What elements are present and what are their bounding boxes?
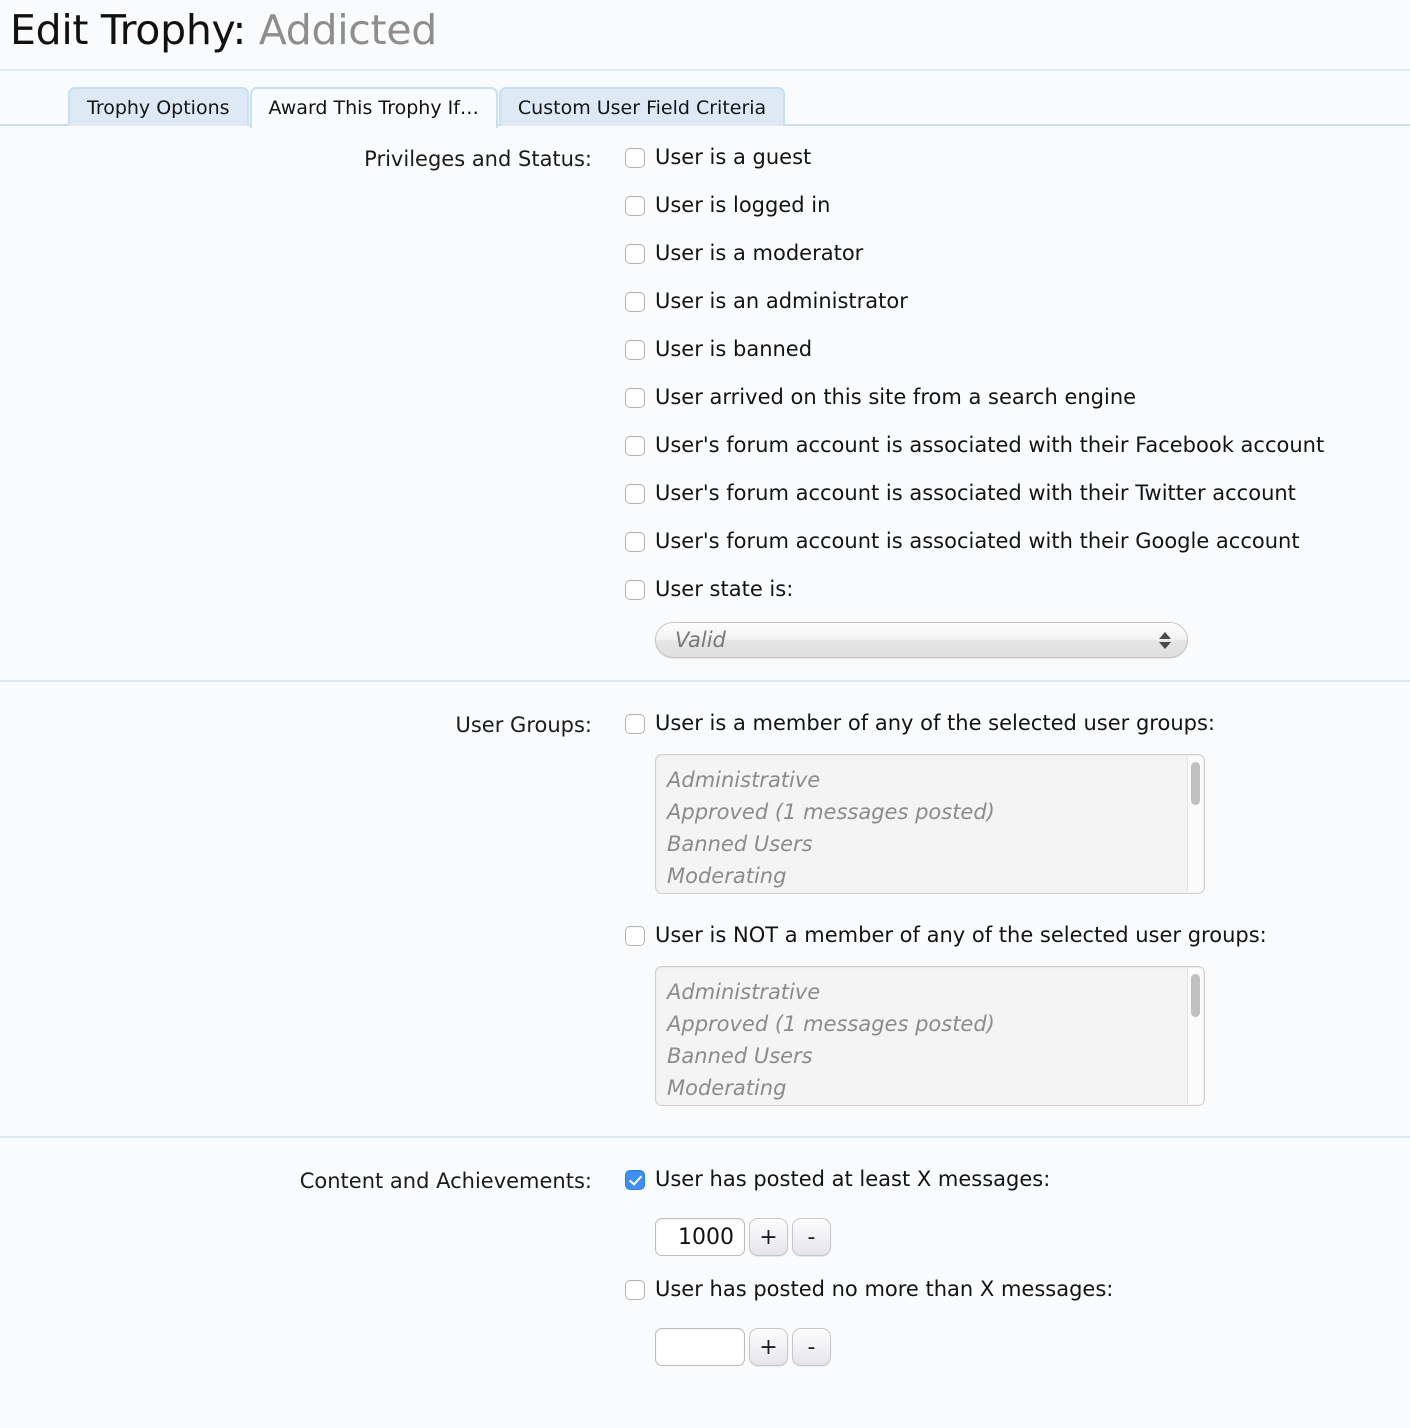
member-groups-listbox[interactable]: Administrative Approved (1 messages post… xyxy=(655,754,1205,895)
checkbox-user-state-is-label: User state is: xyxy=(655,577,794,602)
checkbox-not-member-of-groups-label: User is NOT a member of any of the selec… xyxy=(655,923,1267,948)
checkbox-user-is-guest[interactable] xyxy=(625,148,645,169)
tab-trophy-options-label: Trophy Options xyxy=(87,97,230,120)
checkbox-google-associated[interactable] xyxy=(625,532,645,553)
posted-at-least-stepper-wrapper: + - xyxy=(625,1208,1410,1257)
checkbox-row-user-is-logged-in[interactable]: User is logged in xyxy=(625,192,1410,240)
tab-trophy-options[interactable]: Trophy Options xyxy=(68,87,249,127)
checkbox-not-member-of-groups[interactable] xyxy=(625,926,645,947)
posted-no-more-than-stepper: + - xyxy=(655,1328,1410,1367)
field-row-user-groups: User Groups: User is a member of any of … xyxy=(0,710,1410,1107)
tab-award-this-trophy-if-label: Award This Trophy If… xyxy=(268,97,479,120)
checkbox-row-posted-no-more-than[interactable]: User has posted no more than X messages: xyxy=(625,1276,1410,1316)
not-member-groups-listbox[interactable]: Administrative Approved (1 messages post… xyxy=(655,966,1205,1107)
posted-at-least-increment-button[interactable]: + xyxy=(749,1218,788,1257)
list-item[interactable]: Banned Users xyxy=(667,1040,1204,1072)
user-state-select-wrapper: Valid xyxy=(625,620,1410,659)
tab-custom-user-field-criteria-label: Custom User Field Criteria xyxy=(517,97,767,120)
not-member-groups-scrollbar[interactable] xyxy=(1187,968,1203,1105)
section-user-groups: User Groups: User is a member of any of … xyxy=(0,682,1410,1139)
chevron-updown-icon xyxy=(1159,631,1171,649)
list-item[interactable]: Moderating xyxy=(667,860,1204,892)
checkbox-row-user-is-moderator[interactable]: User is a moderator xyxy=(625,240,1410,288)
checkbox-google-associated-label: User's forum account is associated with … xyxy=(655,529,1300,554)
posted-no-more-than-increment-button[interactable]: + xyxy=(749,1328,788,1367)
checkbox-user-is-logged-in[interactable] xyxy=(625,196,645,217)
list-item[interactable]: Approved (1 messages posted) xyxy=(667,796,1204,828)
checkbox-facebook-associated-label: User's forum account is associated with … xyxy=(655,433,1325,458)
checkbox-posted-no-more-than-label: User has posted no more than X messages: xyxy=(655,1277,1114,1302)
label-privileges-and-status: Privileges and Status: xyxy=(364,147,592,172)
checkbox-user-state-is[interactable] xyxy=(625,580,645,601)
user-state-select[interactable]: Valid xyxy=(655,622,1188,659)
checkbox-facebook-associated[interactable] xyxy=(625,436,645,457)
member-groups-listbox-wrapper: Administrative Approved (1 messages post… xyxy=(625,752,1410,895)
checkbox-user-is-guest-label: User is a guest xyxy=(655,145,812,170)
checkbox-user-is-banned[interactable] xyxy=(625,340,645,361)
checkbox-posted-no-more-than[interactable] xyxy=(625,1280,645,1301)
checkbox-twitter-associated-label: User's forum account is associated with … xyxy=(655,481,1296,506)
checkbox-row-not-member-of-groups[interactable]: User is NOT a member of any of the selec… xyxy=(625,922,1410,962)
checkbox-user-is-moderator[interactable] xyxy=(625,244,645,265)
posted-no-more-than-decrement-button[interactable]: - xyxy=(792,1328,831,1367)
section-privileges-and-status: Privileges and Status: User is a guest U… xyxy=(0,126,1410,683)
member-groups-scrollbar-thumb[interactable] xyxy=(1191,762,1200,806)
user-groups-controls: User is a member of any of the selected … xyxy=(592,710,1410,1107)
field-row-content-and-achievements: Content and Achievements: User has poste… xyxy=(0,1166,1410,1367)
page-title-prefix: Edit Trophy: xyxy=(10,6,246,54)
member-groups-scrollbar[interactable] xyxy=(1187,756,1203,893)
checkbox-row-user-state-is[interactable]: User state is: xyxy=(625,576,1410,618)
tab-award-this-trophy-if[interactable]: Award This Trophy If… xyxy=(249,87,498,129)
checkbox-user-arrived-from-search-engine-label: User arrived on this site from a search … xyxy=(655,385,1137,410)
posted-at-least-decrement-button[interactable]: - xyxy=(792,1218,831,1257)
not-member-groups-scrollbar-thumb[interactable] xyxy=(1191,974,1200,1018)
checkbox-member-of-groups-label: User is a member of any of the selected … xyxy=(655,711,1215,736)
checkbox-row-twitter-associated[interactable]: User's forum account is associated with … xyxy=(625,480,1410,528)
checkbox-user-is-moderator-label: User is a moderator xyxy=(655,241,864,266)
checkbox-row-user-arrived-from-search-engine[interactable]: User arrived on this site from a search … xyxy=(625,384,1410,432)
label-user-groups: User Groups: xyxy=(455,713,593,738)
list-item[interactable]: Banned Users xyxy=(667,828,1204,860)
posted-at-least-stepper: + - xyxy=(655,1218,1410,1257)
list-item[interactable]: Administrative xyxy=(667,976,1204,1008)
checkbox-row-google-associated[interactable]: User's forum account is associated with … xyxy=(625,528,1410,576)
tab-strip: Trophy Options Award This Trophy If… Cus… xyxy=(0,71,1410,129)
user-state-select-value: Valid xyxy=(675,628,726,653)
page-title-trophy-name: Addicted xyxy=(258,6,438,54)
checkbox-row-posted-at-least[interactable]: User has posted at least X messages: xyxy=(625,1166,1410,1206)
posted-no-more-than-stepper-wrapper: + - xyxy=(625,1318,1410,1367)
not-member-groups-listbox-wrapper: Administrative Approved (1 messages post… xyxy=(625,964,1410,1107)
checkbox-posted-at-least-label: User has posted at least X messages: xyxy=(655,1167,1051,1192)
list-item[interactable]: Approved (1 messages posted) xyxy=(667,1008,1204,1040)
checkbox-twitter-associated[interactable] xyxy=(625,484,645,505)
list-item[interactable]: Moderating xyxy=(667,1072,1204,1104)
list-item[interactable]: Administrative xyxy=(667,764,1204,796)
checkbox-row-user-is-guest[interactable]: User is a guest xyxy=(625,144,1410,192)
page-title: Edit Trophy: Addicted xyxy=(0,6,1410,55)
content-achievements-controls: User has posted at least X messages: + -… xyxy=(592,1166,1410,1367)
checkbox-row-facebook-associated[interactable]: User's forum account is associated with … xyxy=(625,432,1410,480)
posted-at-least-input[interactable] xyxy=(655,1218,745,1257)
page-header: Edit Trophy: Addicted xyxy=(0,0,1410,72)
label-content-and-achievements: Content and Achievements: xyxy=(299,1169,592,1194)
checkbox-user-is-administrator[interactable] xyxy=(625,292,645,313)
checkbox-posted-at-least[interactable] xyxy=(625,1170,645,1191)
checkbox-row-user-is-banned[interactable]: User is banned xyxy=(625,336,1410,384)
checkbox-member-of-groups[interactable] xyxy=(625,714,645,735)
privileges-checkbox-group: User is a guest User is logged in User i… xyxy=(592,144,1410,659)
tab-custom-user-field-criteria[interactable]: Custom User Field Criteria xyxy=(498,87,786,127)
checkbox-user-is-banned-label: User is banned xyxy=(655,337,813,362)
checkbox-row-member-of-groups[interactable]: User is a member of any of the selected … xyxy=(625,710,1410,750)
checkbox-user-is-administrator-label: User is an administrator xyxy=(655,289,908,314)
checkbox-row-user-is-administrator[interactable]: User is an administrator xyxy=(625,288,1410,336)
checkbox-user-arrived-from-search-engine[interactable] xyxy=(625,388,645,409)
checkbox-user-is-logged-in-label: User is logged in xyxy=(655,193,831,218)
section-content-and-achievements: Content and Achievements: User has poste… xyxy=(0,1138,1410,1367)
field-row-privileges: Privileges and Status: User is a guest U… xyxy=(0,144,1410,659)
posted-no-more-than-input[interactable] xyxy=(655,1328,745,1367)
